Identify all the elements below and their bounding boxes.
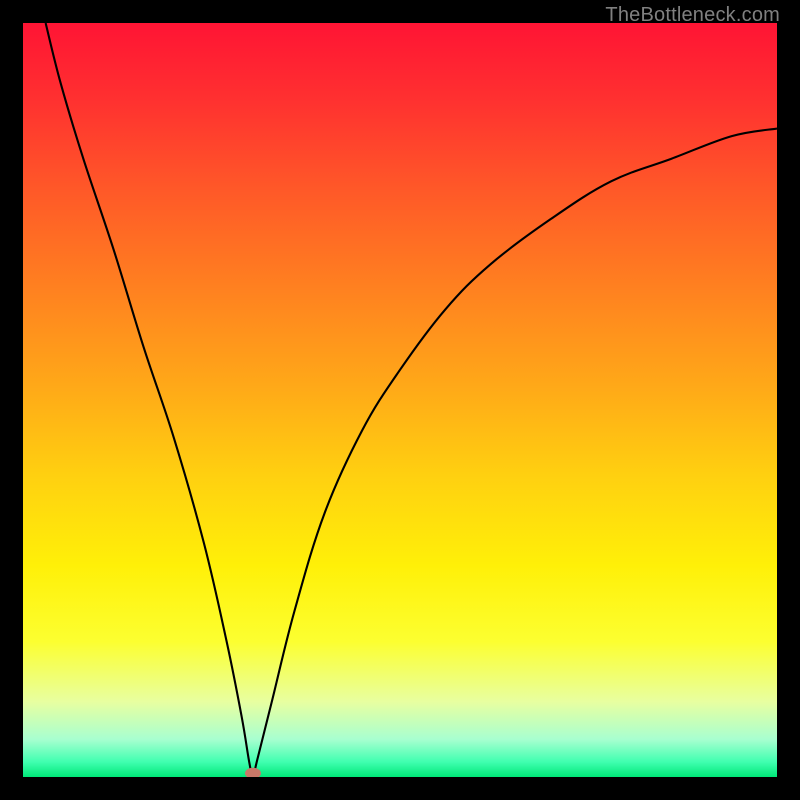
plot-area bbox=[23, 23, 777, 777]
optimal-marker bbox=[245, 768, 261, 777]
chart-svg bbox=[23, 23, 777, 777]
chart-container: TheBottleneck.com bbox=[0, 0, 800, 800]
watermark-text: TheBottleneck.com bbox=[605, 4, 780, 27]
bottleneck-curve bbox=[46, 23, 777, 777]
